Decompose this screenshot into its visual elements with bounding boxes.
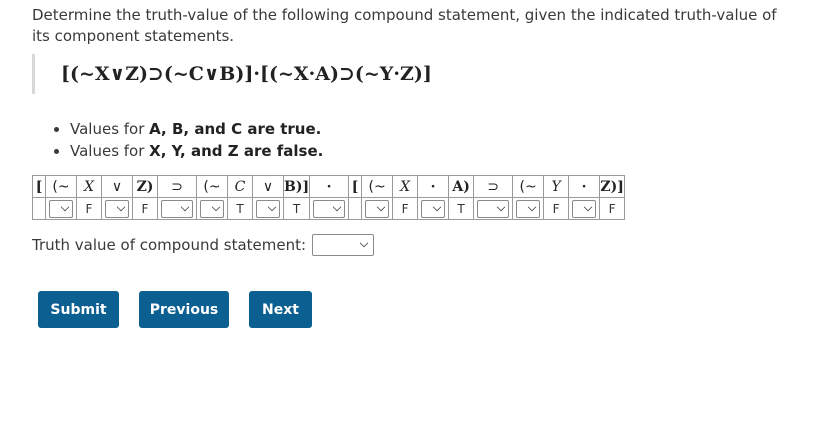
truth-value-row: Truth value of compound statement: [32, 234, 375, 256]
truth-table-values: F F T T F T F F [32, 197, 626, 220]
header-cell: ∨ [101, 175, 133, 198]
header-cell: Y [543, 175, 570, 198]
chevron-down-icon [60, 202, 70, 211]
neg-x1-select[interactable] [49, 199, 73, 218]
formula-block: [(~X∨Z)⊃(~C∨B)]·[(~X·A)⊃(~Y·Z)] [32, 54, 432, 94]
horseshoe1-select[interactable] [161, 199, 193, 218]
value-x1: F [76, 197, 102, 220]
neg-c1-select[interactable] [200, 199, 224, 218]
header-cell: [ [32, 175, 46, 198]
header-cell: Z)] [599, 175, 626, 198]
truth-value-select[interactable] [312, 234, 375, 256]
header-cell: (~ [196, 175, 228, 198]
neg-x2-select[interactable] [365, 199, 390, 218]
chevron-down-icon [116, 202, 126, 211]
chevron-down-icon [359, 238, 369, 248]
chevron-down-icon [267, 202, 277, 211]
header-cell: ∨ [252, 175, 284, 198]
header-cell: B)] [282, 175, 311, 198]
value-z1: F [132, 197, 158, 220]
compound-formula: [(~X∨Z)⊃(~C∨B)]·[(~X·A)⊃(~Y·Z)] [61, 63, 432, 85]
submit-button[interactable]: Submit [38, 291, 119, 328]
value-z2: F [599, 197, 626, 220]
chevron-down-icon [432, 202, 442, 211]
chevron-down-icon [376, 202, 386, 211]
main-dot-select[interactable] [313, 199, 346, 218]
chevron-down-icon [211, 202, 221, 211]
header-cell: [ [348, 175, 363, 198]
header-cell: (~ [361, 175, 394, 198]
horseshoe2-select[interactable] [477, 199, 510, 218]
chevron-down-icon [332, 202, 342, 211]
header-cell: ⊃ [473, 175, 514, 198]
value-c1: T [227, 197, 253, 220]
chevron-down-icon [527, 202, 537, 211]
condition-true: Values for A, B, and C are true. [70, 118, 323, 140]
dot2-select[interactable] [572, 199, 597, 218]
header-cell: ⊃ [157, 175, 197, 198]
truth-table: [ (~ X ∨ Z) ⊃ (~ C ∨ B)] · [ (~ X · A) ⊃… [32, 175, 626, 220]
header-cell: A) [448, 175, 475, 198]
chevron-down-icon [180, 202, 190, 211]
header-cell: C [227, 175, 253, 198]
header-cell: · [309, 175, 350, 198]
truth-value-label: Truth value of compound statement: [32, 236, 307, 254]
neg-y2-select[interactable] [516, 199, 541, 218]
or2-select[interactable] [256, 199, 280, 218]
dot1-select[interactable] [421, 199, 446, 218]
header-cell: Z) [132, 175, 158, 198]
value-a2: T [448, 197, 475, 220]
header-cell: (~ [45, 175, 77, 198]
header-cell: · [417, 175, 450, 198]
condition-false: Values for X, Y, and Z are false. [70, 140, 323, 162]
header-cell: X [76, 175, 102, 198]
header-cell: (~ [512, 175, 545, 198]
previous-button[interactable]: Previous [139, 291, 229, 328]
header-cell: X [392, 175, 419, 198]
value-y2: F [543, 197, 570, 220]
conditions-list: Values for A, B, and C are true. Values … [50, 118, 323, 162]
question-prompt: Determine the truth-value of the followi… [32, 6, 777, 45]
header-cell: · [568, 175, 601, 198]
truth-table-header: [ (~ X ∨ Z) ⊃ (~ C ∨ B)] · [ (~ X · A) ⊃… [32, 175, 626, 198]
chevron-down-icon [496, 202, 506, 211]
or1-select[interactable] [105, 199, 129, 218]
next-button[interactable]: Next [249, 291, 312, 328]
chevron-down-icon [583, 202, 593, 211]
value-x2: F [392, 197, 419, 220]
value-b1: T [282, 197, 311, 220]
